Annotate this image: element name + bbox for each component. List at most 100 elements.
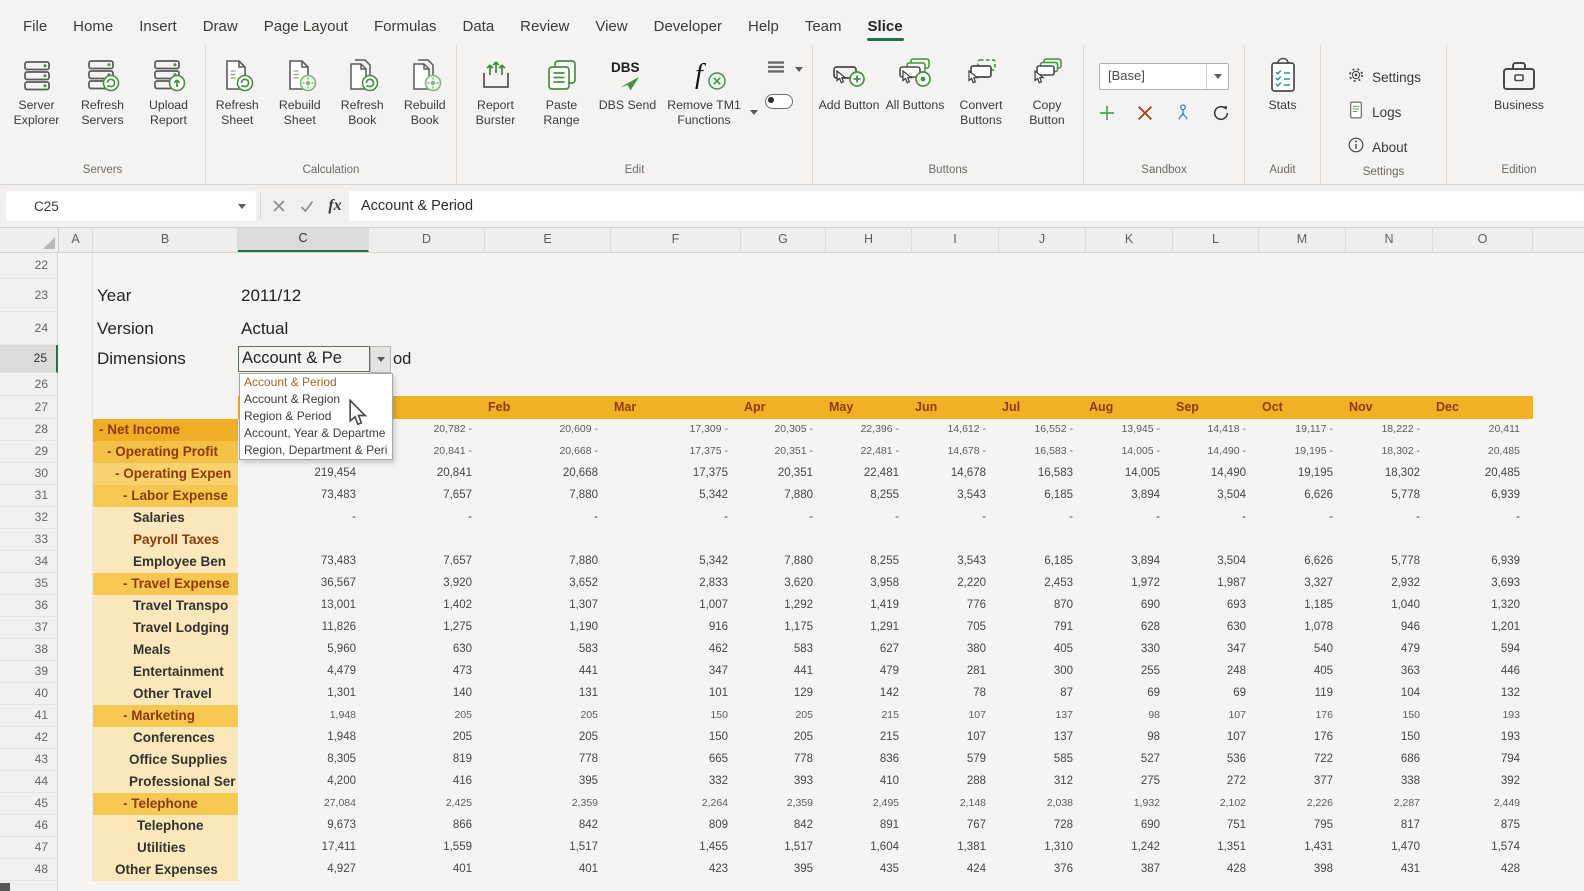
cell[interactable]: 473 <box>369 661 485 683</box>
cell[interactable] <box>999 529 1086 551</box>
cell[interactable]: 393 <box>741 771 826 793</box>
rebuild-sheet-button[interactable]: Rebuild Sheet <box>270 53 331 129</box>
cell[interactable]: 193 <box>1433 705 1533 727</box>
cell[interactable]: 150 <box>1346 727 1433 749</box>
cell[interactable]: 3,327 <box>1259 573 1346 595</box>
cell[interactable]: 101 <box>611 683 741 705</box>
cell[interactable]: - <box>485 507 611 529</box>
cell[interactable]: 6,185 <box>999 485 1086 507</box>
cell[interactable]: 22,481 - <box>826 441 912 463</box>
cell[interactable]: 690 <box>1086 595 1173 617</box>
cell[interactable]: 401 <box>369 859 485 881</box>
cell[interactable]: 1,604 <box>826 837 912 859</box>
tab-formulas[interactable]: Formulas <box>361 9 450 45</box>
cell[interactable]: 428 <box>1433 859 1533 881</box>
cell[interactable]: 142 <box>826 683 912 705</box>
cell[interactable]: 377 <box>1259 771 1346 793</box>
row-header-41[interactable]: 41 <box>0 705 58 727</box>
cell[interactable] <box>58 859 93 881</box>
cell[interactable]: 18,302 <box>1346 463 1433 485</box>
cell[interactable]: 2,226 <box>1259 793 1346 815</box>
refresh-book-button[interactable]: Refresh Book <box>332 53 393 129</box>
column-header-n[interactable]: N <box>1346 228 1433 252</box>
cell[interactable]: 5,342 <box>611 485 741 507</box>
cell[interactable]: 817 <box>1346 815 1433 837</box>
cell[interactable] <box>58 749 93 771</box>
row-label-operating-profit[interactable]: - Operating Profit <box>93 441 238 463</box>
row-label-payroll-taxes[interactable]: Payroll Taxes <box>93 529 238 551</box>
cell[interactable]: 131 <box>485 683 611 705</box>
cell[interactable]: 205 <box>741 727 826 749</box>
cell[interactable]: 1,948 <box>238 727 369 749</box>
column-header-f[interactable]: F <box>611 228 741 252</box>
cell[interactable]: 778 <box>741 749 826 771</box>
cell[interactable]: 866 <box>369 815 485 837</box>
cell[interactable]: 312 <box>999 771 1086 793</box>
cell[interactable]: 809 <box>611 815 741 837</box>
cell[interactable] <box>58 279 93 312</box>
cell[interactable]: 5,778 <box>1346 551 1433 573</box>
column-header-d[interactable]: D <box>369 228 485 252</box>
cell[interactable]: 2,102 <box>1173 793 1259 815</box>
tab-data[interactable]: Data <box>449 9 507 45</box>
cell[interactable]: 3,958 <box>826 573 912 595</box>
cell[interactable]: 16,552 - <box>999 419 1086 441</box>
row-label-telephone[interactable]: - Telephone <box>93 793 238 815</box>
cell[interactable]: 6,939 <box>1433 485 1533 507</box>
enter-check-icon[interactable] <box>293 192 321 220</box>
cell[interactable]: 7,657 <box>369 485 485 507</box>
cell[interactable] <box>93 373 238 396</box>
cell[interactable]: 87 <box>999 683 1086 705</box>
row-label-telephone[interactable]: Telephone <box>93 815 238 837</box>
cell[interactable] <box>58 529 93 551</box>
cell[interactable]: - <box>999 507 1086 529</box>
row-label-operating-expen[interactable]: - Operating Expen <box>93 463 238 485</box>
column-header-g[interactable]: G <box>741 228 826 252</box>
cell[interactable]: 13,945 - <box>1086 419 1173 441</box>
cell[interactable]: 1,301 <box>238 683 369 705</box>
cell[interactable]: 1,419 <box>826 595 912 617</box>
cell[interactable]: 20,841 <box>369 463 485 485</box>
cell[interactable] <box>238 529 369 551</box>
cell[interactable]: 73,483 <box>238 485 369 507</box>
cell[interactable]: 405 <box>1259 661 1346 683</box>
tab-help[interactable]: Help <box>735 9 792 45</box>
cell[interactable]: 8,255 <box>826 551 912 573</box>
cell[interactable]: 137 <box>999 727 1086 749</box>
row-header-43[interactable]: 43 <box>0 749 58 771</box>
cell[interactable]: 20,485 <box>1433 441 1533 463</box>
cell[interactable]: - <box>1433 507 1533 529</box>
cell[interactable]: 1,932 <box>1086 793 1173 815</box>
cell[interactable]: 1,275 <box>369 617 485 639</box>
cell[interactable]: 778 <box>485 749 611 771</box>
cell[interactable] <box>58 727 93 749</box>
cell[interactable]: 14,612 - <box>912 419 999 441</box>
cell[interactable]: 20,411 <box>1433 419 1533 441</box>
cell[interactable]: 129 <box>741 683 826 705</box>
cell[interactable]: 3,920 <box>369 573 485 595</box>
cell[interactable]: 176 <box>1259 727 1346 749</box>
select-all-corner[interactable] <box>0 228 59 252</box>
cell[interactable]: 585 <box>999 749 1086 771</box>
name-box-dropdown-icon[interactable] <box>238 204 246 209</box>
cell[interactable]: 150 <box>611 727 741 749</box>
cell[interactable] <box>58 771 93 793</box>
cell[interactable]: 441 <box>485 661 611 683</box>
tab-insert[interactable]: Insert <box>126 9 190 45</box>
cell[interactable]: - <box>826 507 912 529</box>
cell[interactable]: 8,255 <box>826 485 912 507</box>
column-header-j[interactable]: J <box>999 228 1086 252</box>
cell[interactable]: 205 <box>741 705 826 727</box>
cell[interactable]: 1,455 <box>611 837 741 859</box>
tab-home[interactable]: Home <box>60 9 126 45</box>
cell[interactable]: 18,222 - <box>1346 419 1433 441</box>
cell[interactable]: 3,504 <box>1173 551 1259 573</box>
cell[interactable]: 20,609 - <box>485 419 611 441</box>
cell[interactable]: - <box>369 507 485 529</box>
tab-review[interactable]: Review <box>507 9 582 45</box>
cell[interactable]: 1,291 <box>826 617 912 639</box>
cell[interactable] <box>58 793 93 815</box>
tab-developer[interactable]: Developer <box>641 9 735 45</box>
cell[interactable]: 281 <box>912 661 999 683</box>
cell[interactable]: 104 <box>1346 683 1433 705</box>
